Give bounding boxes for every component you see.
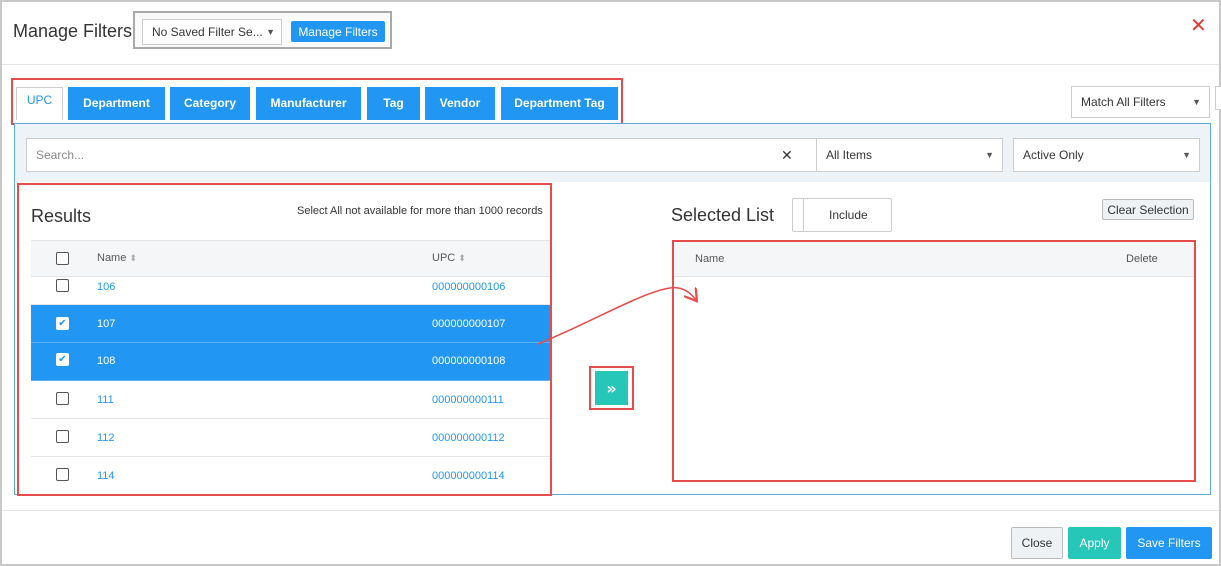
status-select-value: Active Only bbox=[1023, 148, 1084, 162]
include-label: Include bbox=[829, 208, 868, 222]
row-upc-link[interactable]: 000000000108 bbox=[432, 355, 505, 367]
row-upc-link[interactable]: 000000000111 bbox=[432, 394, 504, 406]
chevron-down-icon: ▼ bbox=[1182, 150, 1191, 160]
search-placeholder: Search... bbox=[36, 148, 85, 162]
saved-filter-select[interactable]: No Saved Filter Se... ▼ bbox=[142, 19, 282, 45]
tab-tag[interactable]: Tag bbox=[367, 87, 420, 120]
tab-category[interactable]: Category bbox=[170, 87, 250, 120]
toggle-knob bbox=[793, 199, 804, 231]
filter-tabs: UPC Department Category Manufacturer Tag… bbox=[11, 78, 623, 125]
selected-list-title: Selected List bbox=[671, 205, 775, 225]
column-upc[interactable]: UPC ⬍ bbox=[432, 252, 466, 264]
row-upc-link[interactable]: 000000000106 bbox=[432, 281, 505, 293]
close-button[interactable]: Close bbox=[1011, 527, 1063, 559]
row-name-link[interactable]: 108 bbox=[97, 355, 115, 367]
include-toggle[interactable]: Include bbox=[792, 198, 892, 232]
tab-manufacturer[interactable]: Manufacturer bbox=[256, 87, 361, 120]
search-input[interactable]: Search... bbox=[26, 138, 818, 172]
chevron-down-icon: ▼ bbox=[1192, 97, 1201, 107]
select-all-checkbox[interactable] bbox=[56, 252, 69, 265]
manage-filters-button[interactable]: Manage Filters bbox=[291, 21, 385, 42]
tab-upc[interactable]: UPC bbox=[16, 87, 63, 120]
match-filters-value: Match All Filters bbox=[1081, 95, 1166, 109]
tab-department[interactable]: Department bbox=[68, 87, 165, 120]
row-checkbox[interactable] bbox=[56, 468, 69, 481]
search-bar: Search... ✕ All Items ▼ Active Only ▼ bbox=[15, 124, 1210, 182]
close-icon[interactable]: ✕ bbox=[1190, 13, 1207, 38]
row-checkbox[interactable]: ✔ bbox=[56, 353, 69, 366]
match-filters-select[interactable]: Match All Filters ▼ bbox=[1071, 86, 1210, 118]
results-table-header: Name ⬍ UPC ⬍ bbox=[31, 240, 550, 277]
checkmark-icon: ✔ bbox=[58, 354, 67, 365]
row-name-link[interactable]: 106 bbox=[97, 281, 115, 293]
table-row[interactable]: ✔ 107 000000000107 bbox=[31, 305, 550, 343]
move-to-selected-button[interactable]: » bbox=[595, 371, 628, 405]
row-upc-link[interactable]: 000000000107 bbox=[432, 318, 505, 330]
status-select[interactable]: Active Only ▼ bbox=[1013, 138, 1200, 172]
sort-icon: ⬍ bbox=[458, 253, 466, 263]
table-row[interactable]: 114 000000000114 bbox=[31, 457, 550, 494]
row-upc-link[interactable]: 000000000112 bbox=[432, 432, 505, 444]
results-title: Results bbox=[31, 206, 92, 226]
apply-button[interactable]: Apply bbox=[1068, 527, 1121, 559]
move-button-highlight: » bbox=[589, 366, 634, 410]
saved-filter-group: No Saved Filter Se... ▼ Manage Filters bbox=[133, 11, 392, 49]
clear-search-icon[interactable]: ✕ bbox=[781, 147, 793, 164]
row-name-link[interactable]: 111 bbox=[97, 394, 114, 406]
row-checkbox[interactable] bbox=[56, 430, 69, 443]
results-note: Select All not available for more than 1… bbox=[297, 205, 543, 217]
row-name-link[interactable]: 112 bbox=[97, 432, 115, 444]
tab-vendor[interactable]: Vendor bbox=[425, 87, 495, 120]
chevron-down-icon: ▼ bbox=[266, 27, 275, 37]
row-name-link[interactable]: 107 bbox=[97, 318, 115, 330]
checkmark-icon: ✔ bbox=[58, 318, 67, 329]
table-row[interactable]: 106 000000000106 bbox=[31, 277, 550, 305]
table-row[interactable]: 111 000000000111 bbox=[31, 381, 550, 419]
items-select-value: All Items bbox=[826, 148, 873, 162]
modal-title: Manage Filters bbox=[13, 21, 133, 41]
row-checkbox[interactable]: ✔ bbox=[56, 317, 69, 330]
table-row[interactable]: ✔ 108 000000000108 bbox=[31, 343, 550, 381]
column-delete: Delete bbox=[1126, 253, 1158, 265]
selected-list-panel: Name Delete bbox=[672, 240, 1196, 482]
modal-footer: Close Apply Save Filters bbox=[2, 510, 1219, 566]
table-row[interactable]: 112 000000000112 bbox=[31, 419, 550, 457]
manage-filters-modal: Manage Filters No Saved Filter Se... ▼ M… bbox=[0, 0, 1221, 566]
modal-header: Manage Filters No Saved Filter Se... ▼ M… bbox=[2, 2, 1219, 65]
column-name: Name bbox=[695, 253, 725, 265]
save-filters-button[interactable]: Save Filters bbox=[1126, 527, 1212, 559]
results-panel: Results Select All not available for mor… bbox=[17, 183, 552, 496]
edge-control bbox=[1215, 86, 1221, 110]
clear-selection-button[interactable]: Clear Selection bbox=[1102, 199, 1194, 220]
selected-table-header: Name Delete bbox=[674, 242, 1194, 277]
row-checkbox[interactable] bbox=[56, 392, 69, 405]
chevron-down-icon: ▼ bbox=[985, 150, 994, 160]
saved-filter-value: No Saved Filter Se... bbox=[152, 25, 263, 39]
row-upc-link[interactable]: 000000000114 bbox=[432, 470, 505, 482]
sort-icon: ⬍ bbox=[129, 253, 137, 263]
row-checkbox[interactable] bbox=[56, 279, 69, 292]
column-name[interactable]: Name ⬍ bbox=[97, 252, 137, 264]
tab-department-tag[interactable]: Department Tag bbox=[501, 87, 618, 120]
row-name-link[interactable]: 114 bbox=[97, 470, 115, 482]
items-select[interactable]: All Items ▼ bbox=[816, 138, 1003, 172]
